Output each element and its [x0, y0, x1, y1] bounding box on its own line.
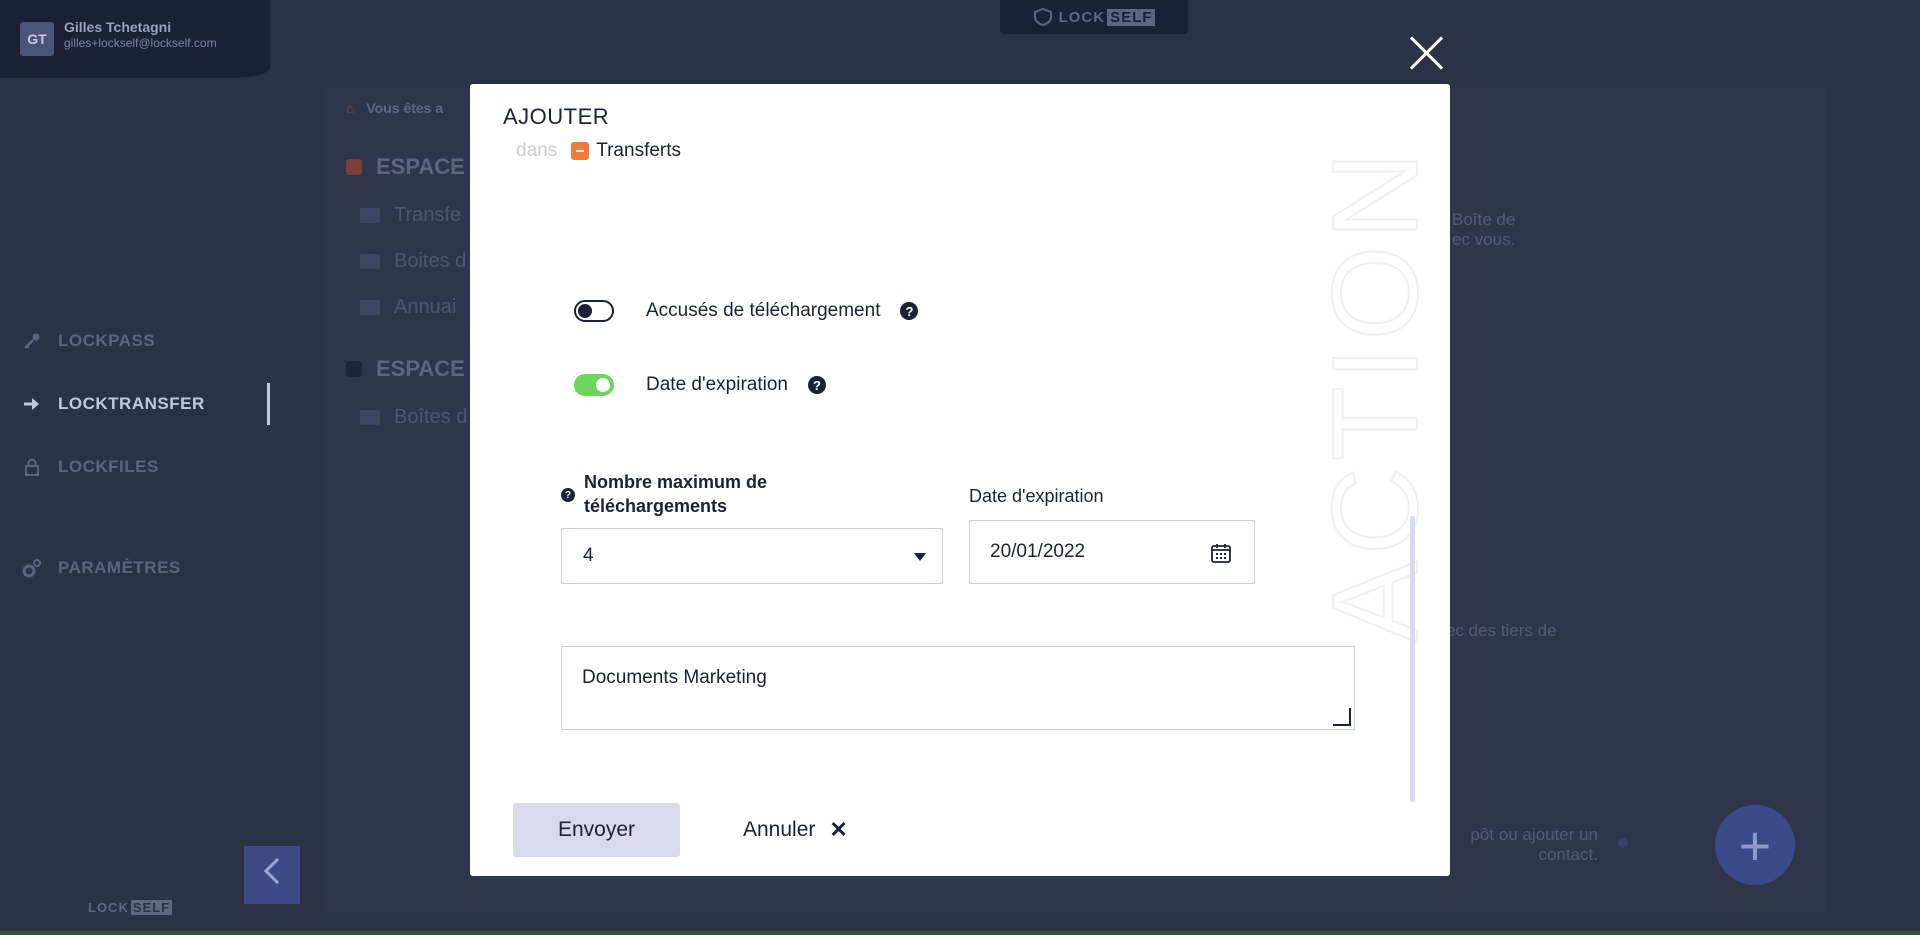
- user-email: gilles+lockself@lockself.com: [64, 36, 217, 50]
- expiration-date-row: Date d'expiration ?: [574, 374, 826, 396]
- space-icon: [571, 142, 590, 160]
- background-text: pôt ou ajouter un contact.: [1470, 825, 1598, 864]
- action-watermark: ACTION: [1306, 114, 1444, 674]
- resize-handle[interactable]: [1333, 708, 1351, 726]
- collapse-icon: [346, 361, 362, 377]
- folder-item[interactable]: Boîtes d: [360, 406, 467, 429]
- download-receipts-toggle[interactable]: [574, 300, 614, 322]
- plus-icon: +: [1738, 813, 1772, 877]
- arrow-right-icon: [20, 392, 44, 416]
- lock-icon: [20, 455, 44, 479]
- sidebar-logo: LOCK SELF: [88, 900, 173, 915]
- close-icon: ✕: [829, 817, 848, 842]
- destination-prefix: dans: [516, 140, 558, 161]
- send-button[interactable]: Envoyer: [513, 803, 680, 857]
- help-icon[interactable]: ?: [561, 488, 575, 502]
- sidebar-item-label: LOCKTRANSFER: [58, 394, 205, 413]
- home-icon: ⌂: [346, 100, 355, 116]
- avatar: GT: [20, 22, 54, 56]
- sidebar-item-lockpass[interactable]: LOCKPASS: [0, 318, 270, 364]
- folder-icon: [360, 410, 380, 425]
- breadcrumb: ⌂ Vous êtes a: [346, 100, 444, 116]
- sidebar-item-label: LOCKFILES: [58, 457, 159, 476]
- space-header[interactable]: ESPACE: [346, 154, 465, 180]
- svg-text:ACTION: ACTION: [1330, 146, 1440, 643]
- modal-destination: dans Transferts: [516, 140, 681, 162]
- close-modal-button[interactable]: [1408, 34, 1446, 72]
- folder-item[interactable]: Annuai: [360, 296, 456, 319]
- cancel-label: Annuler: [743, 818, 816, 841]
- top-logo: LOCK SELF: [1000, 0, 1188, 34]
- folder-icon: [360, 254, 380, 269]
- add-button[interactable]: +: [1715, 805, 1795, 885]
- max-downloads-select[interactable]: 4: [561, 528, 943, 584]
- radio-indicator: [1616, 836, 1630, 850]
- sidebar-item-lockfiles[interactable]: LOCKFILES: [0, 444, 270, 490]
- background-text: Boîte de ec vous.: [1452, 210, 1516, 249]
- help-icon[interactable]: ?: [808, 376, 826, 394]
- message-textarea[interactable]: Documents Marketing: [561, 646, 1355, 730]
- folder-item[interactable]: Transfe: [360, 204, 461, 227]
- folder-icon: [360, 208, 380, 223]
- expiration-date-value: 20/01/2022: [990, 541, 1086, 562]
- bottom-strip: [0, 931, 1920, 935]
- sidebar: GT Gilles Tchetagni gilles+lockself@lock…: [0, 0, 270, 935]
- background-text: ec des tiers de: [1446, 621, 1557, 640]
- max-downloads-value: 4: [583, 545, 594, 566]
- collapse-icon: [346, 159, 362, 175]
- download-receipts-label: Accusés de téléchargement: [646, 300, 881, 321]
- sidebar-item-label: PARAMÈTRES: [58, 558, 181, 577]
- expiration-date-toggle[interactable]: [574, 374, 614, 396]
- collapse-sidebar-button[interactable]: [244, 846, 300, 904]
- folder-item[interactable]: Boites d: [360, 250, 466, 273]
- sidebar-item-locktransfer[interactable]: LOCKTRANSFER: [0, 381, 270, 427]
- space-header[interactable]: ESPACE: [346, 356, 465, 382]
- calendar-icon[interactable]: [1210, 542, 1232, 564]
- expiration-date-label: Date d'expiration: [969, 486, 1104, 506]
- sidebar-item-label: LOCKPASS: [58, 331, 156, 350]
- modal-title: AJOUTER: [503, 104, 610, 129]
- caret-down-icon: [914, 553, 926, 561]
- user-name: Gilles Tchetagni: [64, 19, 172, 35]
- key-icon: [20, 329, 44, 353]
- user-card[interactable]: GT Gilles Tchetagni gilles+lockself@lock…: [0, 0, 270, 78]
- message-text: Documents Marketing: [582, 667, 767, 688]
- destination-name: Transferts: [596, 140, 682, 161]
- cancel-button[interactable]: Annuler ✕: [743, 803, 848, 857]
- gear-icon: [20, 556, 44, 580]
- expiration-date-toggle-label: Date d'expiration: [646, 374, 788, 395]
- expiration-date-input[interactable]: 20/01/2022: [969, 520, 1255, 584]
- modal-scrollbar[interactable]: [1410, 516, 1415, 802]
- folder-icon: [360, 300, 380, 315]
- help-icon[interactable]: ?: [900, 302, 919, 320]
- add-transfer-modal: ACTION AJOUTER dans Transferts Accusés d…: [470, 84, 1450, 876]
- chevron-left-icon: [261, 856, 283, 894]
- sidebar-item-parametres[interactable]: PARAMÈTRES: [0, 545, 270, 591]
- download-receipts-row: Accusés de téléchargement ?: [574, 300, 919, 322]
- max-downloads-label: Nombre maximum de téléchargements: [584, 472, 768, 516]
